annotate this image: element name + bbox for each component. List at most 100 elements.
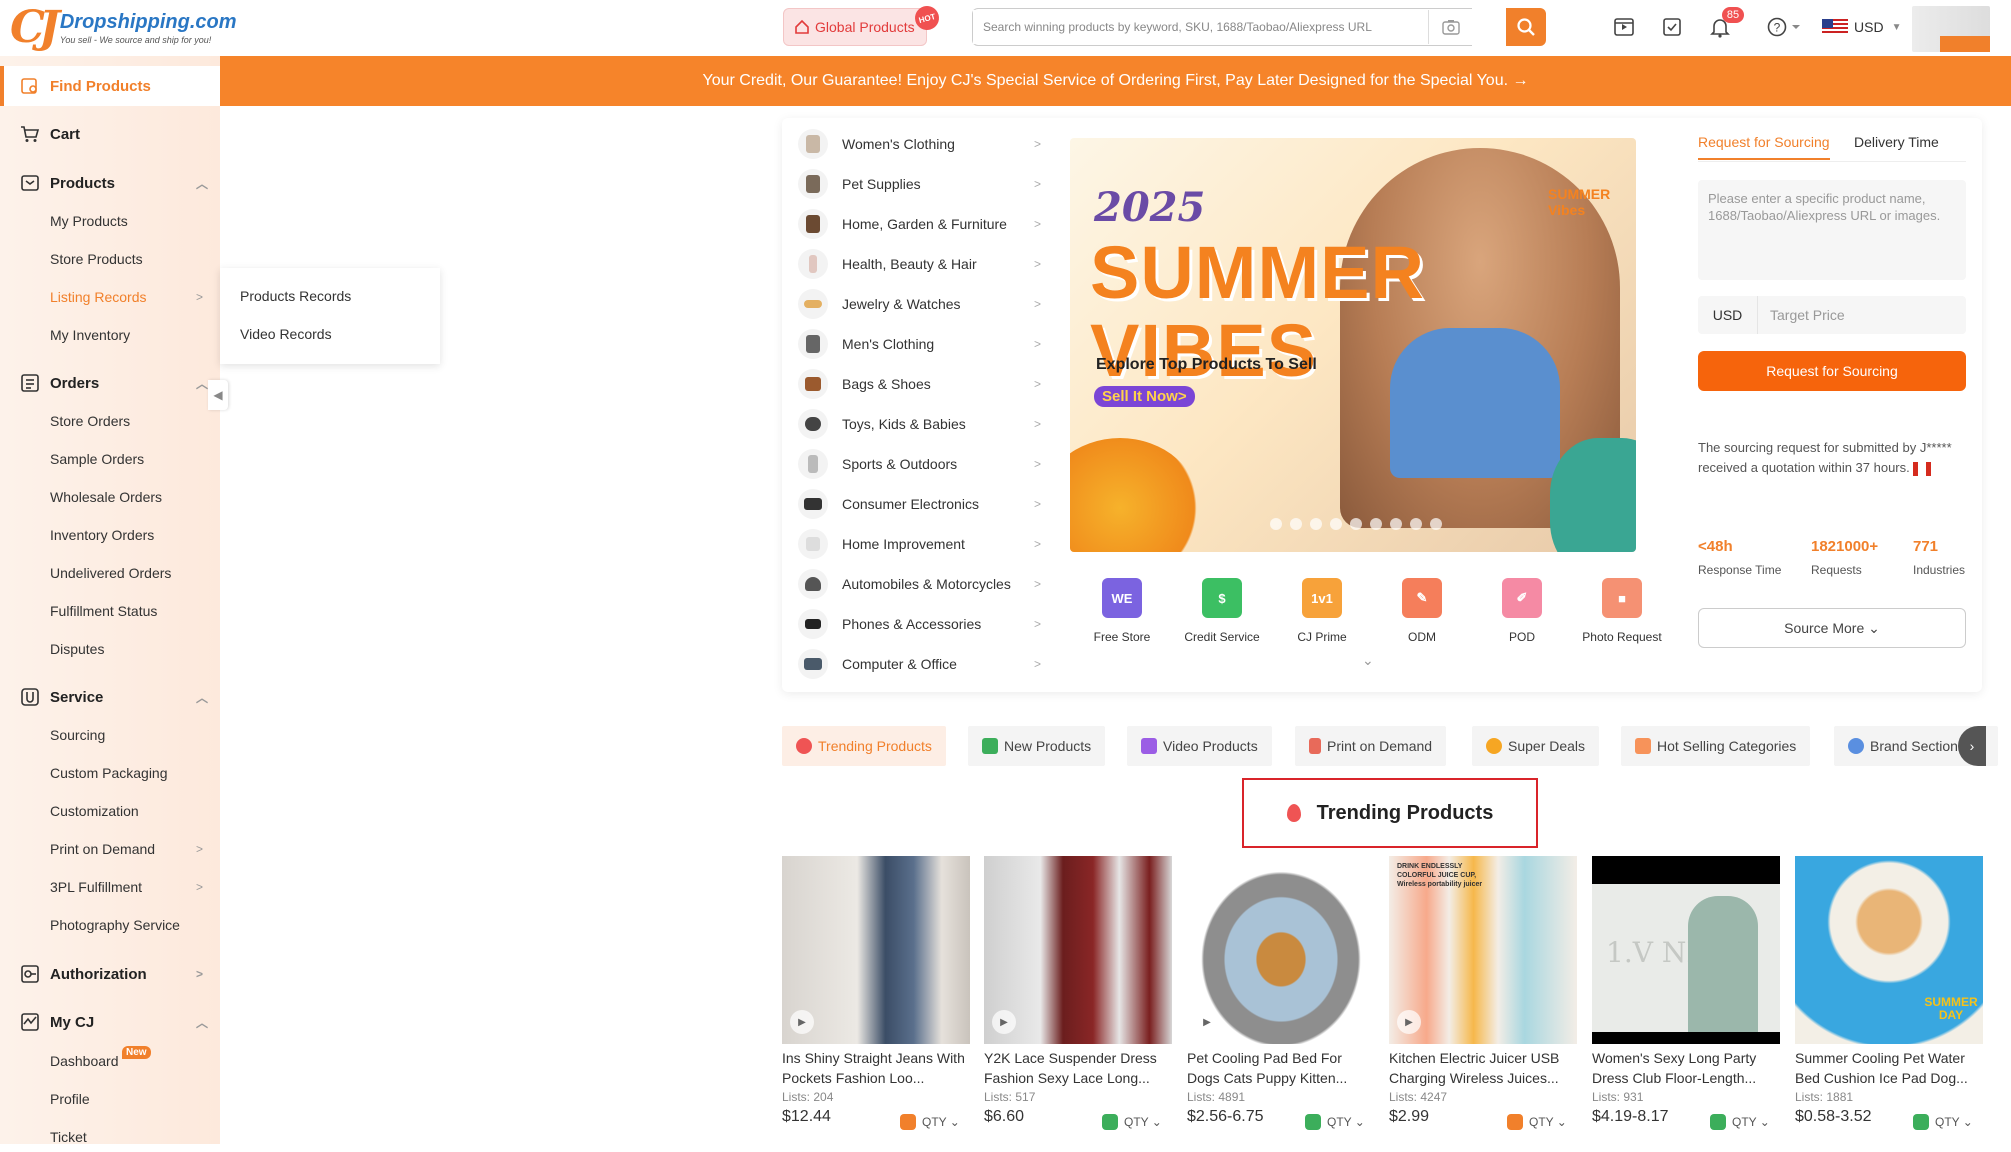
sidebar-item-listing-records[interactable]: Listing Records > xyxy=(0,282,220,312)
sidebar-item-store-orders[interactable]: Store Orders xyxy=(0,406,220,436)
collapse-sidebar-button[interactable]: ◀ xyxy=(208,380,228,410)
sidebar-item-orders[interactable]: Orders ︿ xyxy=(0,368,220,398)
product-title[interactable]: Kitchen Electric Juicer USB Charging Wir… xyxy=(1389,1048,1577,1088)
category-item[interactable]: Pet Supplies > xyxy=(798,168,1048,200)
product-card[interactable]: SUMMER DAY Summer Cooling Pet Water Bed … xyxy=(1795,856,1983,1144)
sourcing-input[interactable]: Please enter a specific product name, 16… xyxy=(1698,180,1966,280)
sidebar-item-3pl-fulfillment[interactable]: 3PL Fulfillment > xyxy=(0,872,220,902)
submenu-video-records[interactable]: Video Records xyxy=(240,326,332,342)
sidebar-item-custom-packaging[interactable]: Custom Packaging xyxy=(0,758,220,788)
currency-selector[interactable]: USD ▼ xyxy=(1822,16,1901,38)
product-image[interactable]: ▶ xyxy=(782,856,970,1044)
play-icon[interactable]: ▶ xyxy=(1195,1010,1219,1034)
category-item[interactable]: Women's Clothing > xyxy=(798,128,1048,160)
sidebar-item-cart[interactable]: Cart xyxy=(0,119,220,149)
tab-hot-selling-categories[interactable]: Hot Selling Categories xyxy=(1621,726,1811,766)
category-item[interactable]: Home, Garden & Furniture > xyxy=(798,208,1048,240)
qty-selector[interactable]: QTY ⌄ xyxy=(1710,1114,1770,1130)
sidebar-item-sample-orders[interactable]: Sample Orders xyxy=(0,444,220,474)
announcement-bar[interactable]: Your Credit, Our Guarantee! Enjoy CJ's S… xyxy=(220,56,2011,106)
search-input[interactable] xyxy=(973,10,1428,44)
cj-prime-button[interactable]: 1v1 CJ Prime xyxy=(1272,578,1372,644)
target-price-input[interactable]: Target Price xyxy=(1770,307,1845,323)
search-button[interactable] xyxy=(1506,8,1546,46)
sidebar-item-undelivered-orders[interactable]: Undelivered Orders xyxy=(0,558,220,588)
product-title[interactable]: Summer Cooling Pet Water Bed Cushion Ice… xyxy=(1795,1048,1983,1088)
tab-super-deals[interactable]: Super Deals xyxy=(1472,726,1600,766)
sidebar-item-my-products[interactable]: My Products xyxy=(0,206,220,236)
product-title[interactable]: Ins Shiny Straight Jeans With Pockets Fa… xyxy=(782,1048,970,1088)
qty-selector[interactable]: QTY ⌄ xyxy=(1507,1114,1567,1130)
product-title[interactable]: Y2K Lace Suspender Dress Fashion Sexy La… xyxy=(984,1048,1172,1088)
product-card[interactable]: ▶ Pet Cooling Pad Bed For Dogs Cats Pupp… xyxy=(1187,856,1375,1144)
sidebar-item-dashboard[interactable]: Dashboard xyxy=(0,1046,220,1076)
submenu-products-records[interactable]: Products Records xyxy=(240,288,351,304)
sidebar-item-fulfillment-status[interactable]: Fulfillment Status xyxy=(0,596,220,626)
price-currency[interactable]: USD xyxy=(1698,296,1758,334)
sidebar-item-products[interactable]: Products ︿ xyxy=(0,168,220,198)
sidebar-item-ticket[interactable]: Ticket xyxy=(0,1122,220,1152)
category-item[interactable]: Toys, Kids & Babies > xyxy=(798,408,1048,440)
odm-button[interactable]: ✎ ODM xyxy=(1372,578,1472,644)
request-for-sourcing-button[interactable]: Request for Sourcing xyxy=(1698,351,1966,391)
help-icon[interactable]: ? xyxy=(1765,14,1805,40)
sidebar-item-store-products[interactable]: Store Products xyxy=(0,244,220,274)
source-more-button[interactable]: Source More ⌄ xyxy=(1698,608,1966,648)
camera-icon[interactable] xyxy=(1428,10,1472,44)
sell-it-now-button[interactable]: Sell It Now> xyxy=(1094,386,1195,407)
category-item[interactable]: Health, Beauty & Hair > xyxy=(798,248,1048,280)
sidebar-item-customization[interactable]: Customization xyxy=(0,796,220,826)
product-card[interactable]: DRINK ENDLESSLY COLORFUL JUICE CUP, Wire… xyxy=(1389,856,1577,1144)
hero-banner[interactable]: 2025 SUMMER VIBES Explore Top Products To… xyxy=(1070,138,1636,552)
product-image[interactable]: ▶ xyxy=(984,856,1172,1044)
tab-video-products[interactable]: Video Products xyxy=(1127,726,1272,766)
category-item[interactable]: Men's Clothing > xyxy=(798,328,1048,360)
credit-service-button[interactable]: $ Credit Service xyxy=(1172,578,1272,644)
photo-request-button[interactable]: ■ Photo Request xyxy=(1572,578,1672,644)
category-item[interactable]: Sports & Outdoors > xyxy=(798,448,1048,480)
sidebar-item-disputes[interactable]: Disputes xyxy=(0,634,220,664)
double-chevron-down-icon[interactable]: ⌄ xyxy=(1362,652,1374,669)
product-title[interactable]: Women's Sexy Long Party Dress Club Floor… xyxy=(1592,1048,1780,1088)
sidebar-item-my-cj[interactable]: My CJ ︿ xyxy=(0,1007,220,1037)
sidebar-item-service[interactable]: Service ︿ xyxy=(0,682,220,712)
category-item[interactable]: Consumer Electronics > xyxy=(798,488,1048,520)
tab-new-products[interactable]: New Products xyxy=(968,726,1106,766)
product-title[interactable]: Pet Cooling Pad Bed For Dogs Cats Puppy … xyxy=(1187,1048,1375,1088)
sidebar-item-photography-service[interactable]: Photography Service xyxy=(0,910,220,940)
product-image[interactable]: SUMMER DAY xyxy=(1795,856,1983,1044)
global-products-button[interactable]: Global Products xyxy=(783,8,927,46)
sidebar-item-wholesale-orders[interactable]: Wholesale Orders xyxy=(0,482,220,512)
sidebar-item-my-inventory[interactable]: My Inventory xyxy=(0,320,220,350)
logo[interactable]: CJ Dropshipping.com You sell - We source… xyxy=(10,6,237,50)
checklist-icon[interactable] xyxy=(1659,14,1685,40)
carousel-dots[interactable] xyxy=(1270,518,1442,530)
sidebar-item-sourcing[interactable]: Sourcing xyxy=(0,720,220,750)
sidebar-item-find-products[interactable]: Find Products xyxy=(0,71,220,101)
video-icon[interactable] xyxy=(1611,14,1637,40)
tab-trending-products[interactable]: Trending Products xyxy=(782,726,946,766)
play-icon[interactable]: ▶ xyxy=(992,1010,1016,1034)
tab-print-on-demand[interactable]: Print on Demand xyxy=(1295,726,1447,766)
qty-selector[interactable]: QTY ⌄ xyxy=(1102,1114,1162,1130)
sidebar-item-profile[interactable]: Profile xyxy=(0,1084,220,1114)
product-card[interactable]: ▶ Ins Shiny Straight Jeans With Pockets … xyxy=(782,856,970,1144)
category-item[interactable]: Phones & Accessories > xyxy=(798,608,1048,640)
product-image[interactable]: ▶ xyxy=(1187,856,1375,1044)
product-card[interactable]: 1.V NECK Women's Sexy Long Party Dress C… xyxy=(1592,856,1780,1144)
category-item[interactable]: Bags & Shoes > xyxy=(798,368,1048,400)
tab-delivery-time[interactable]: Delivery Time xyxy=(1854,134,1939,150)
sidebar-item-authorization[interactable]: Authorization > xyxy=(0,959,220,989)
product-image[interactable]: 1.V NECK xyxy=(1592,856,1780,1044)
qty-selector[interactable]: QTY ⌄ xyxy=(900,1114,960,1130)
pod-button[interactable]: ✐ POD xyxy=(1472,578,1572,644)
play-icon[interactable]: ▶ xyxy=(1397,1010,1421,1034)
sidebar-item-inventory-orders[interactable]: Inventory Orders xyxy=(0,520,220,550)
product-card[interactable]: ▶ Y2K Lace Suspender Dress Fashion Sexy … xyxy=(984,856,1172,1144)
qty-selector[interactable]: QTY ⌄ xyxy=(1913,1114,1973,1130)
avatar[interactable] xyxy=(1912,6,1990,52)
target-price-field[interactable]: USD Target Price xyxy=(1698,296,1966,334)
category-item[interactable]: Jewelry & Watches > xyxy=(798,288,1048,320)
category-item[interactable]: Automobiles & Motorcycles > xyxy=(798,568,1048,600)
tab-request-for-sourcing[interactable]: Request for Sourcing xyxy=(1698,134,1830,160)
